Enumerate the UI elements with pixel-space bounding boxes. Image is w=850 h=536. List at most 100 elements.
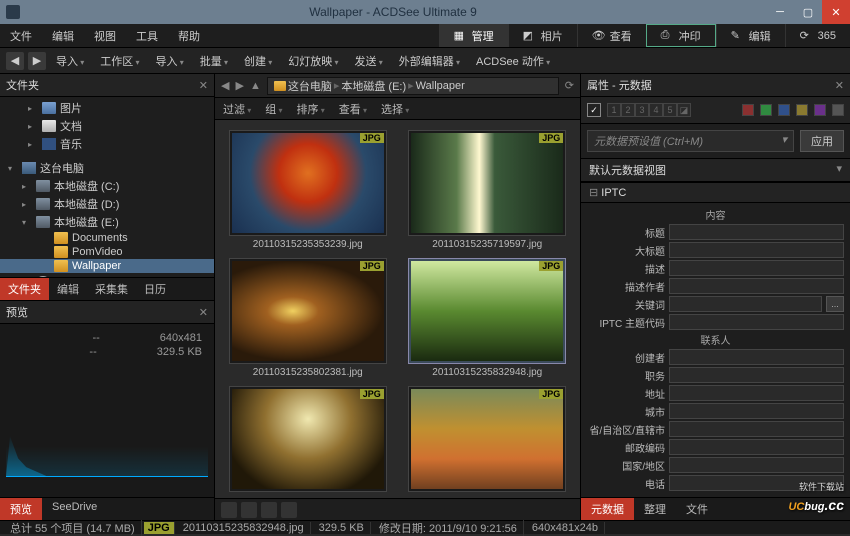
tb-send[interactable]: 发送 [349, 51, 389, 71]
breadcrumb[interactable]: 这台电脑▸ 本地磁盘 (E:)▸ Wallpaper [267, 77, 559, 95]
view-dropdown[interactable]: 查看 [339, 101, 367, 117]
color-label[interactable] [778, 104, 790, 116]
color-label[interactable] [814, 104, 826, 116]
filter-dropdown[interactable]: 过滤 [223, 101, 251, 117]
tb-workspace[interactable]: 工作区 [94, 51, 145, 71]
rating-clear[interactable]: ◪ [677, 103, 691, 117]
menu-help[interactable]: 帮助 [168, 24, 210, 47]
color-label[interactable] [796, 104, 808, 116]
tb-export[interactable]: 导入 [150, 51, 190, 71]
desc-writer-field[interactable] [669, 278, 844, 294]
tool-icon[interactable] [221, 502, 237, 518]
tool-icon[interactable] [241, 502, 257, 518]
tool-icon[interactable] [261, 502, 277, 518]
mode-view[interactable]: 👁查看 [577, 24, 646, 47]
tb-import[interactable]: 导入 [50, 51, 90, 71]
tree-node-drive-e[interactable]: ▾本地磁盘 (E:) [0, 213, 214, 231]
forward-button[interactable]: ▶ [28, 52, 46, 70]
creator-field[interactable] [669, 349, 844, 365]
menu-edit[interactable]: 编辑 [42, 24, 84, 47]
tag-checkbox[interactable]: ✓ [587, 103, 601, 117]
sort-dropdown[interactable]: 排序 [297, 101, 325, 117]
metadata-preset-select[interactable]: 元数据预设值 (Ctrl+M)▾ [587, 130, 794, 152]
mode-365[interactable]: ⟳365 [785, 24, 850, 47]
state-field[interactable] [669, 421, 844, 437]
thumb-item[interactable]: JPG [225, 386, 391, 495]
keywords-more-button[interactable]: … [826, 296, 844, 312]
tab-catalog[interactable]: 采集集 [87, 278, 136, 300]
menu-view[interactable]: 视图 [84, 24, 126, 47]
country-field[interactable] [669, 457, 844, 473]
folder-tree: ▸图片 ▸文档 ▸音乐 ▾这台电脑 ▸本地磁盘 (C:) ▸本地磁盘 (D:) … [0, 97, 214, 277]
tab-seedrive[interactable]: SeeDrive [42, 498, 107, 520]
tab-preview[interactable]: 预览 [0, 498, 42, 520]
tab-folders[interactable]: 文件夹 [0, 278, 49, 300]
tab-organize[interactable]: 整理 [634, 498, 676, 520]
rating-5[interactable]: 5 [663, 103, 677, 117]
rating-2[interactable]: 2 [621, 103, 635, 117]
back-button[interactable]: ◀ [6, 52, 24, 70]
tree-node-drive-c[interactable]: ▸本地磁盘 (C:) [0, 177, 214, 195]
path-fwd-icon[interactable]: ▶ [235, 79, 243, 92]
thumb-item[interactable]: JPG20110315235832948.jpg [405, 258, 571, 378]
description-field[interactable] [669, 260, 844, 276]
tree-node-this-pc[interactable]: ▾这台电脑 [0, 159, 214, 177]
panel-close-icon[interactable]: ✕ [199, 306, 208, 319]
city-field[interactable] [669, 403, 844, 419]
tree-node-pictures[interactable]: ▸图片 [0, 99, 214, 117]
group-dropdown[interactable]: 组 [265, 101, 282, 117]
tool-icon[interactable] [281, 502, 297, 518]
mode-photo[interactable]: ◩相片 [508, 24, 577, 47]
headline-field[interactable] [669, 242, 844, 258]
develop-icon: ⎙ [661, 29, 675, 43]
mode-edit[interactable]: ✎编辑 [716, 24, 785, 47]
panel-close-icon[interactable]: ✕ [835, 79, 844, 92]
title-field[interactable] [669, 224, 844, 240]
color-label[interactable] [760, 104, 772, 116]
tb-create[interactable]: 创建 [238, 51, 278, 71]
tree-node-documents[interactable]: ▸文档 [0, 117, 214, 135]
mode-develop[interactable]: ⎙冲印 [646, 24, 716, 47]
thumb-item[interactable]: JPG20110315235802381.jpg [225, 258, 391, 378]
close-button[interactable]: ✕ [822, 0, 850, 24]
path-back-icon[interactable]: ◀ [221, 79, 229, 92]
mode-manage[interactable]: ▦管理 [439, 24, 508, 47]
tree-node-folder-documents[interactable]: Documents [0, 231, 214, 245]
color-label[interactable] [832, 104, 844, 116]
address-field[interactable] [669, 385, 844, 401]
panel-close-icon[interactable]: ✕ [199, 79, 208, 92]
tab-calendar[interactable]: 日历 [136, 278, 174, 300]
rating-3[interactable]: 3 [635, 103, 649, 117]
color-label[interactable] [742, 104, 754, 116]
apply-button[interactable]: 应用 [800, 130, 844, 152]
refresh-icon[interactable]: ⟳ [565, 79, 574, 92]
tree-node-folder-pomvideo[interactable]: PomVideo [0, 245, 214, 259]
rating-1[interactable]: 1 [607, 103, 621, 117]
path-up-icon[interactable]: ▲ [250, 80, 261, 92]
tree-node-music[interactable]: ▸音乐 [0, 135, 214, 153]
tab-metadata[interactable]: 元数据 [581, 498, 634, 520]
tb-ext-editor[interactable]: 外部编辑器 [393, 51, 466, 71]
tab-edit[interactable]: 编辑 [49, 278, 87, 300]
keywords-field[interactable] [669, 296, 822, 312]
tb-acd-actions[interactable]: ACDSee 动作 [470, 51, 556, 71]
thumb-item[interactable]: JPG20110315235719597.jpg [405, 130, 571, 250]
job-title-field[interactable] [669, 367, 844, 383]
section-iptc[interactable]: ⊟ IPTC [581, 182, 850, 203]
tb-slideshow[interactable]: 幻灯放映 [282, 51, 344, 71]
rating-4[interactable]: 4 [649, 103, 663, 117]
tree-node-folder-wallpaper[interactable]: Wallpaper [0, 259, 214, 273]
menu-file[interactable]: 文件 [0, 24, 42, 47]
maximize-button[interactable]: ▢ [794, 0, 822, 24]
thumb-item[interactable]: JPG20110315235353239.jpg [225, 130, 391, 250]
tree-node-drive-d[interactable]: ▸本地磁盘 (D:) [0, 195, 214, 213]
tb-batch[interactable]: 批量 [194, 51, 234, 71]
thumb-item[interactable]: JPG [405, 386, 571, 495]
select-dropdown[interactable]: 选择 [381, 101, 409, 117]
postal-field[interactable] [669, 439, 844, 455]
iptc-subject-field[interactable] [669, 314, 844, 330]
minimize-button[interactable]: ─ [766, 0, 794, 24]
menu-tools[interactable]: 工具 [126, 24, 168, 47]
tab-file[interactable]: 文件 [676, 498, 718, 520]
section-default[interactable]: 默认元数据视图▾ [581, 158, 850, 182]
